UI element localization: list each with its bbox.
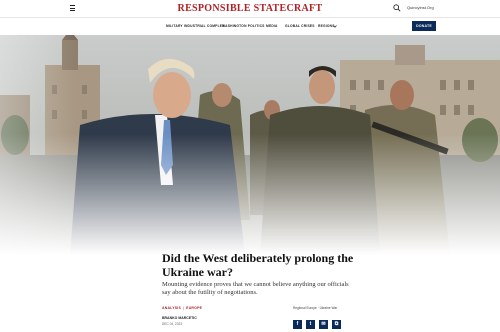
main-nav: MILITARY INDUSTRIAL COMPLEX WASHINGTON P… [0, 17, 500, 34]
article-headline[interactable]: Did the West deliberately prolong the Uk… [162, 251, 362, 279]
article-dek: Mounting evidence proves that we cannot … [162, 281, 349, 296]
nav-item-military-industrial-complex[interactable]: MILITARY INDUSTRIAL COMPLEX [166, 24, 225, 28]
nav-item-media[interactable]: MEDIA [266, 24, 278, 28]
link-icon[interactable]: ⧉ [332, 320, 341, 329]
article-date: DEC 04, 2023 [162, 322, 183, 326]
chevron-down-icon[interactable] [333, 25, 337, 28]
email-icon[interactable]: ✉ [319, 320, 328, 329]
facebook-icon[interactable]: f [293, 320, 302, 329]
quincy-link[interactable]: QuincyInst.Org [407, 5, 434, 10]
tag-separator: | [182, 306, 185, 310]
nav-item-washington-politics[interactable]: WASHINGTON POLITICS [222, 24, 265, 28]
site-header: RESPONSIBLE STATECRAFT QuincyInst.Org [0, 0, 500, 17]
donate-button[interactable]: DONATE [412, 21, 436, 31]
nav-item-global-crises[interactable]: GLOBAL CRISES [285, 24, 315, 28]
twitter-icon[interactable]: t [306, 320, 315, 329]
tag-analysis[interactable]: ANALYSIS [162, 306, 181, 310]
article-region[interactable]: Regional Europe · Ukraine War [293, 306, 337, 310]
article-author[interactable]: BRANKO MARCETIC [162, 316, 197, 320]
search-icon[interactable] [393, 4, 401, 12]
article-tags: ANALYSIS | EUROPE [162, 306, 202, 310]
tag-europe[interactable]: EUROPE [186, 306, 202, 310]
hero-image [0, 35, 500, 255]
